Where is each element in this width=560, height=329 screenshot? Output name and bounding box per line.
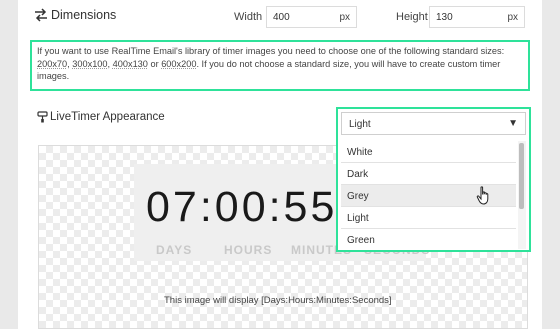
dropdown-scrollbar[interactable] bbox=[518, 141, 526, 249]
swap-arrows-icon bbox=[35, 8, 47, 22]
info-or: or bbox=[147, 58, 162, 69]
timer-label-days: DAYS bbox=[156, 243, 193, 257]
size-link-200x70[interactable]: 200x70 bbox=[37, 59, 67, 69]
info-text-1: If you want to use RealTime Email's libr… bbox=[37, 46, 505, 56]
size-link-400x130[interactable]: 400x130 bbox=[113, 59, 148, 69]
size-link-600x200[interactable]: 600x200 bbox=[161, 59, 196, 69]
dimensions-title: Dimensions bbox=[51, 8, 117, 22]
size-info-notice: If you want to use RealTime Email's libr… bbox=[30, 40, 530, 91]
height-input[interactable]: 130 px bbox=[429, 6, 525, 28]
option-label: White bbox=[347, 147, 373, 158]
option-light[interactable]: Light bbox=[341, 207, 516, 229]
appearance-selected-value: Light bbox=[349, 119, 371, 130]
scrollbar-thumb[interactable] bbox=[519, 143, 524, 209]
height-label: Height bbox=[396, 11, 428, 23]
width-label: Width bbox=[234, 11, 263, 23]
height-value: 130 bbox=[436, 12, 453, 23]
option-label: Light bbox=[347, 213, 369, 224]
width-value: 400 bbox=[273, 12, 290, 23]
option-dark[interactable]: Dark bbox=[341, 163, 516, 185]
timer-label-hours: HOURS bbox=[224, 243, 273, 257]
option-green[interactable]: Green bbox=[341, 229, 516, 249]
paint-brush-icon bbox=[37, 111, 48, 123]
size-link-300x100[interactable]: 300x100 bbox=[72, 59, 107, 69]
timer-caption: This image will display [Days:Hours:Minu… bbox=[164, 295, 392, 306]
dimensions-row: Dimensions Width 400 px Height 130 px bbox=[18, 0, 542, 32]
caret-down-icon[interactable]: ▼ bbox=[508, 118, 518, 129]
option-white[interactable]: White bbox=[341, 141, 516, 163]
hand-pointer-icon bbox=[476, 186, 489, 205]
option-label: Grey bbox=[347, 191, 369, 202]
option-label: Dark bbox=[347, 169, 369, 180]
appearance-dropdown: Light ▼ White Dark Grey Light Green bbox=[336, 107, 531, 252]
timer-digits: 07:00:55 bbox=[146, 183, 338, 231]
option-label: Green bbox=[347, 235, 375, 246]
appearance-title: LiveTimer Appearance bbox=[50, 111, 165, 123]
appearance-select[interactable]: Light ▼ bbox=[341, 112, 526, 135]
width-input[interactable]: 400 px bbox=[266, 6, 357, 28]
width-unit: px bbox=[339, 12, 350, 23]
height-unit: px bbox=[507, 12, 518, 23]
